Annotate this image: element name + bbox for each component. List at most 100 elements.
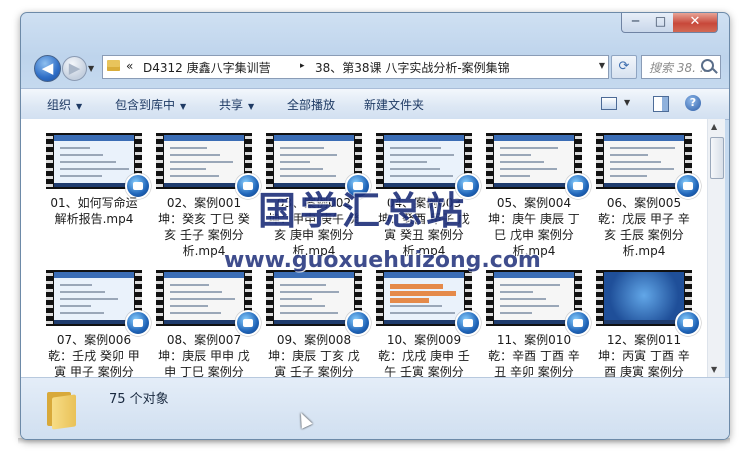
file-item[interactable]: 10、案例009 乾：戊戌 庚申 壬午 壬寅 案例分 (371, 270, 481, 377)
thumbnail-text-line (610, 168, 674, 170)
thumbnail-text-line (60, 312, 104, 314)
film-strip (46, 133, 53, 189)
file-name-line: 坤：庚午 庚辰 丁 (488, 212, 580, 226)
thumbnail-taskbar (164, 183, 244, 187)
preview-pane-icon[interactable] (653, 96, 669, 112)
command-bar: 组织 ▼ 包含到库中 ▼ 共享 ▼ 全部播放 新建文件夹 ▼ ? (21, 88, 729, 120)
thumbnail-titlebar (274, 135, 354, 141)
help-icon[interactable]: ? (685, 95, 701, 111)
organize-menu[interactable]: 组织 ▼ (47, 96, 82, 113)
file-name-label: 11、案例010 乾：辛酉 丁酉 辛丑 辛卯 案例分 (481, 332, 587, 377)
file-item[interactable]: 01、如何写命运 解析报告.mp4 (41, 133, 151, 253)
thumbnail-titlebar (494, 135, 574, 141)
file-name-line: 09、案例008 (276, 333, 352, 347)
thumbnail-text-line (610, 147, 675, 149)
minimize-button[interactable]: ─ (621, 13, 650, 33)
file-name-line: 乾：戊辰 甲子 辛 (598, 212, 690, 226)
thumbnail-taskbar (274, 320, 354, 324)
file-item[interactable]: 12、案例011 坤：丙寅 丁酉 辛酉 庚寅 案例分 (591, 270, 701, 377)
thumbnail-text-line (390, 161, 427, 163)
search-icon[interactable] (701, 59, 714, 72)
share-menu[interactable]: 共享 ▼ (219, 96, 254, 113)
include-in-library-menu[interactable]: 包含到库中 ▼ (115, 96, 186, 113)
file-name-line: 06、案例005 (606, 196, 682, 210)
thumbnail-text-line (390, 154, 454, 156)
thumbnail-text-line (610, 175, 647, 177)
thumbnail-text-line (60, 291, 105, 293)
file-item[interactable]: 11、案例010 乾：辛酉 丁酉 辛丑 辛卯 案例分 (481, 270, 591, 377)
view-options-dropdown[interactable]: ▼ (624, 98, 630, 107)
thumbnail-titlebar (384, 135, 464, 141)
file-item[interactable]: 08、案例007 坤：庚辰 甲申 戊申 丁巳 案例分 (151, 270, 261, 377)
thumbnail-text-line (280, 298, 312, 300)
film-strip (596, 133, 603, 189)
thumbnail-titlebar (54, 135, 134, 141)
breadcrumb-separator-icon[interactable]: ▸ (300, 61, 305, 71)
thumbnail-text-line (280, 175, 336, 177)
file-name-label: 08、案例007 坤：庚辰 甲申 戊申 丁巳 案例分 (151, 332, 257, 377)
thumbnail-taskbar (54, 183, 134, 187)
thumbnail-text-line (60, 161, 116, 163)
breadcrumb-current[interactable]: 38、第38课 八字实战分析-案例集锦 (315, 59, 510, 76)
chevron-down-icon: ▼ (76, 102, 83, 111)
breadcrumb-parent[interactable]: D4312 庚鑫八字集训营 (143, 59, 271, 76)
new-folder-button[interactable]: 新建文件夹 (364, 96, 424, 113)
thumbnail-text-line (170, 305, 208, 307)
address-overflow-chevrons[interactable]: « (126, 59, 133, 73)
file-name-label: 06、案例005 乾：戊辰 甲子 辛亥 壬辰 案例分 析.mp4 (591, 195, 697, 259)
search-input[interactable]: 搜索 38. ... (641, 55, 721, 79)
scroll-up-icon[interactable]: ▲ (711, 122, 717, 131)
file-name-line: 11、案例010 (496, 333, 572, 347)
thumbnail-text-line (170, 284, 209, 286)
file-name-line: 亥 壬子 案例分 (164, 228, 244, 242)
scrollbar-thumb[interactable] (710, 137, 724, 179)
recent-pages-dropdown[interactable]: ▼ (88, 64, 94, 73)
include-in-library-label: 包含到库中 (115, 98, 176, 112)
thumbnail-frame (494, 135, 574, 187)
file-item[interactable]: 07、案例006 乾：壬戌 癸卯 甲寅 甲子 案例分 (41, 270, 151, 377)
vertical-scrollbar[interactable]: ▲ ▼ (707, 119, 725, 377)
thumbnail-text-line (280, 168, 323, 170)
maximize-button[interactable]: □ (648, 13, 674, 33)
thumbnail-text-line (390, 147, 441, 149)
thumbnail-text-line (280, 161, 310, 163)
file-name-line: 寅 壬子 案例分 (274, 365, 354, 377)
file-name-line: 12、案例011 (606, 333, 682, 347)
scroll-down-icon[interactable]: ▼ (711, 365, 717, 374)
thumbnail-text-line (390, 291, 456, 296)
play-all-button[interactable]: 全部播放 (287, 96, 335, 113)
refresh-icon[interactable]: ⟳ (611, 55, 637, 79)
file-name-line: 亥 壬辰 案例分 (604, 228, 684, 242)
file-name-label: 07、案例006 乾：壬戌 癸卯 甲寅 甲子 案例分 (41, 332, 147, 377)
thumbnail-text-line (500, 312, 532, 314)
file-name-line: 08、案例007 (166, 333, 242, 347)
file-name-line: 坤：丙寅 丁酉 辛 (598, 349, 690, 363)
file-item[interactable]: 05、案例004 坤：庚午 庚辰 丁巳 戊申 案例分 析.mp4 (481, 133, 591, 258)
file-name-line: 乾：戊戌 庚申 壬 (378, 349, 470, 363)
thumbnail-text-line (610, 154, 648, 156)
thumbnail-text-line (500, 154, 531, 156)
thumbnail-taskbar (54, 320, 134, 324)
close-button[interactable]: ✕ (673, 13, 718, 33)
forward-button[interactable]: ▶ (62, 56, 87, 81)
file-item[interactable]: 02、案例001 坤：癸亥 丁巳 癸亥 壬子 案例分 析.mp4 (151, 133, 261, 258)
thumbnail-text-line (280, 305, 325, 307)
address-bar[interactable]: « D4312 庚鑫八字集训营 ▸ 38、第38课 八字实战分析-案例集锦 ▼ (102, 55, 609, 79)
file-item[interactable]: 06、案例005 乾：戊辰 甲子 辛亥 壬辰 案例分 析.mp4 (591, 133, 701, 258)
thumbnail-text-line (170, 298, 235, 300)
thumbnail-text-line (170, 161, 233, 163)
thumbnail-text-line (60, 147, 90, 149)
watermark-title: 国学汇总站 (258, 188, 469, 233)
file-item[interactable]: 09、案例008 坤：庚辰 丁亥 戊寅 壬子 案例分 (261, 270, 371, 377)
address-dropdown-icon[interactable]: ▼ (599, 61, 605, 70)
file-name-line: 解析报告.mp4 (54, 212, 134, 226)
back-button[interactable]: ◀ (34, 55, 61, 82)
thumbnail-taskbar (494, 320, 574, 324)
change-view-icon[interactable] (601, 97, 617, 110)
thumbnail-text-line (60, 154, 103, 156)
film-strip (156, 133, 163, 189)
thumbnail-text-line (500, 284, 560, 286)
thumbnail-titlebar (164, 135, 244, 141)
file-name-label: 09、案例008 坤：庚辰 丁亥 戊寅 壬子 案例分 (261, 332, 367, 377)
film-strip (486, 270, 493, 326)
